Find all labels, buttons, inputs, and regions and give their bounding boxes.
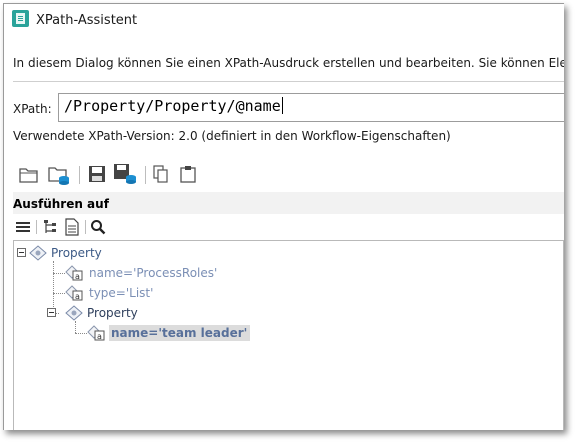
title-bar: XPath-Assistent (4, 4, 564, 36)
list-icon[interactable] (13, 217, 33, 237)
tree-node-attribute[interactable]: a type='List' (65, 285, 153, 301)
dialog-description: In diesem Dialog können Sie einen XPath-… (13, 56, 564, 70)
tree-line (75, 333, 87, 334)
svg-text:a: a (75, 272, 80, 281)
toolbar-separator (85, 220, 86, 234)
element-node-icon (29, 245, 47, 261)
xpath-input[interactable]: /Property/Property/@name (58, 93, 564, 122)
tree-node-label: Property (87, 306, 138, 320)
copy-icon[interactable] (149, 163, 173, 185)
tree-structure-icon[interactable] (40, 217, 60, 237)
collapse-toggle[interactable] (17, 248, 26, 257)
window-title: XPath-Assistent (36, 13, 138, 28)
tree-node-label: type='List' (89, 286, 154, 300)
open-database-icon[interactable] (47, 163, 71, 185)
tree-node-element[interactable]: Property (65, 305, 138, 321)
svg-text:a: a (75, 292, 80, 301)
text-caret (281, 97, 283, 114)
save-icon[interactable] (85, 163, 109, 185)
xpath-assistant-window: XPath-Assistent In diesem Dialog können … (3, 3, 564, 430)
element-node-icon (65, 305, 83, 321)
save-database-icon[interactable] (113, 163, 137, 185)
tree-node-label: name='team leader' (109, 325, 251, 341)
tree-node-attribute[interactable]: a name='ProcessRoles' (65, 265, 217, 281)
execute-label: Ausführen auf (13, 197, 109, 211)
xpath-version-info: Verwendete XPath-Version: 2.0 (definiert… (13, 129, 451, 143)
divider (13, 81, 564, 82)
xpath-label: XPath: (13, 102, 52, 116)
document-icon[interactable] (62, 217, 82, 237)
tree-node-label: Property (51, 246, 102, 260)
attribute-node-icon: a (87, 325, 105, 341)
tree-line (53, 273, 65, 274)
tree-node-label: name='ProcessRoles' (89, 266, 218, 280)
collapse-toggle[interactable] (47, 308, 56, 317)
tree-line (53, 261, 54, 313)
toolbar-separator (145, 166, 146, 184)
xpath-input-value: /Property/Property/@name (64, 97, 281, 115)
tree-node-attribute-selected[interactable]: a name='team leader' (87, 325, 251, 341)
svg-text:a: a (97, 332, 102, 341)
tree-line (53, 293, 65, 294)
toolbar-separator (79, 166, 80, 184)
app-icon (12, 10, 29, 27)
tree-line (75, 321, 76, 333)
search-icon[interactable] (88, 217, 108, 237)
toolbar-separator (36, 220, 37, 234)
tree-node-element[interactable]: Property (29, 245, 102, 261)
xml-tree[interactable]: Property a name='ProcessRoles' a type='L… (13, 240, 564, 430)
paste-icon[interactable] (176, 163, 200, 185)
attribute-node-icon: a (65, 285, 83, 301)
attribute-node-icon: a (65, 265, 83, 281)
open-folder-icon[interactable] (17, 163, 41, 185)
